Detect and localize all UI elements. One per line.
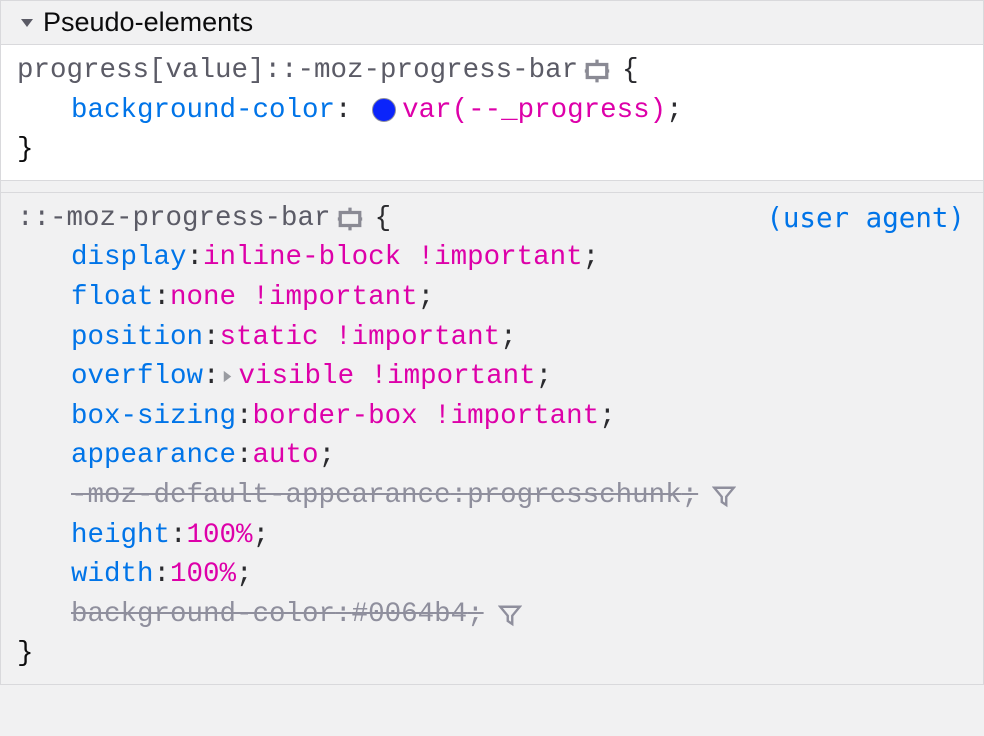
semicolon: ; (599, 397, 616, 437)
colon: : (187, 238, 204, 278)
declaration[interactable]: display: inline-block !important; (71, 238, 967, 278)
semicolon: ; (253, 516, 270, 556)
colon: : (203, 318, 220, 358)
rules-panel: Pseudo-elements progress[value]::-moz-pr… (0, 0, 984, 685)
semicolon: ; (666, 91, 683, 131)
selector-highlighter-icon[interactable] (337, 206, 363, 232)
expand-shorthand-icon[interactable] (220, 369, 235, 384)
property-name[interactable]: background-color (71, 595, 335, 635)
css-rule: progress[value]::-moz-progress-bar { bac… (1, 45, 983, 181)
declaration[interactable]: overflow: visible !important; (71, 357, 967, 397)
close-brace: } (17, 634, 967, 674)
open-brace: { (375, 199, 392, 239)
property-value[interactable]: border-box !important (253, 397, 600, 437)
selector[interactable]: progress[value]::-moz-progress-bar (17, 51, 578, 91)
declaration[interactable]: background-color: var(--_progress); (71, 91, 967, 131)
property-value[interactable]: 100% (187, 516, 253, 556)
property-name[interactable]: position (71, 318, 203, 358)
property-name[interactable]: -moz-default-appearance (71, 476, 451, 516)
property-value[interactable]: none !important (170, 278, 418, 318)
filter-icon[interactable] (498, 603, 522, 627)
declaration[interactable]: position: static !important; (71, 318, 967, 358)
property-value[interactable]: progresschunk (467, 476, 682, 516)
declarations: display: inline-block !important;float: … (17, 238, 967, 634)
property-value[interactable]: visible !important (239, 357, 536, 397)
close-brace: } (17, 130, 967, 170)
colon: : (451, 476, 468, 516)
colon: : (236, 397, 253, 437)
colon: : (236, 436, 253, 476)
declaration[interactable]: appearance: auto; (71, 436, 967, 476)
property-name[interactable]: box-sizing (71, 397, 236, 437)
semicolon: ; (682, 476, 699, 516)
semicolon: ; (236, 555, 253, 595)
declaration[interactable]: -moz-default-appearance: progresschunk; (71, 476, 967, 516)
semicolon: ; (583, 238, 600, 278)
colon: : (335, 91, 352, 131)
rule-separator (1, 181, 983, 193)
colon: : (154, 555, 171, 595)
property-name[interactable]: float (71, 278, 154, 318)
property-value[interactable]: 100% (170, 555, 236, 595)
property-value[interactable]: var(--_progress) (402, 91, 666, 131)
property-name[interactable]: width (71, 555, 154, 595)
declarations: background-color: var(--_progress); (17, 91, 967, 131)
declaration[interactable]: background-color: #0064b4; (71, 595, 967, 635)
property-value[interactable]: #0064b4 (352, 595, 468, 635)
semicolon: ; (418, 278, 435, 318)
declaration[interactable]: float: none !important; (71, 278, 967, 318)
semicolon: ; (536, 357, 553, 397)
source-link[interactable]: (user agent) (766, 199, 965, 239)
colon: : (335, 595, 352, 635)
filter-icon[interactable] (712, 484, 736, 508)
selector[interactable]: ::-moz-progress-bar (17, 199, 331, 239)
css-rule: (user agent) ::-moz-progress-bar { displ… (1, 193, 983, 685)
declaration[interactable]: width: 100%; (71, 555, 967, 595)
property-name[interactable]: height (71, 516, 170, 556)
property-value[interactable]: inline-block !important (203, 238, 583, 278)
color-swatch[interactable] (372, 98, 396, 122)
property-value[interactable]: auto (253, 436, 319, 476)
expand-twisty-icon[interactable] (15, 11, 39, 35)
semicolon: ; (319, 436, 336, 476)
property-name[interactable]: background-color (71, 91, 335, 131)
declaration[interactable]: height: 100%; (71, 516, 967, 556)
property-name[interactable]: display (71, 238, 187, 278)
property-name[interactable]: appearance (71, 436, 236, 476)
colon: : (203, 357, 220, 397)
open-brace: { (622, 51, 639, 91)
property-name[interactable]: overflow (71, 357, 203, 397)
colon: : (170, 516, 187, 556)
semicolon: ; (467, 595, 484, 635)
colon: : (154, 278, 171, 318)
property-value[interactable]: static !important (220, 318, 501, 358)
selector-highlighter-icon[interactable] (584, 58, 610, 84)
pseudo-elements-header[interactable]: Pseudo-elements (1, 1, 983, 45)
declaration[interactable]: box-sizing: border-box !important; (71, 397, 967, 437)
selector-line[interactable]: progress[value]::-moz-progress-bar { (17, 51, 967, 91)
semicolon: ; (500, 318, 517, 358)
section-title: Pseudo-elements (43, 7, 253, 38)
